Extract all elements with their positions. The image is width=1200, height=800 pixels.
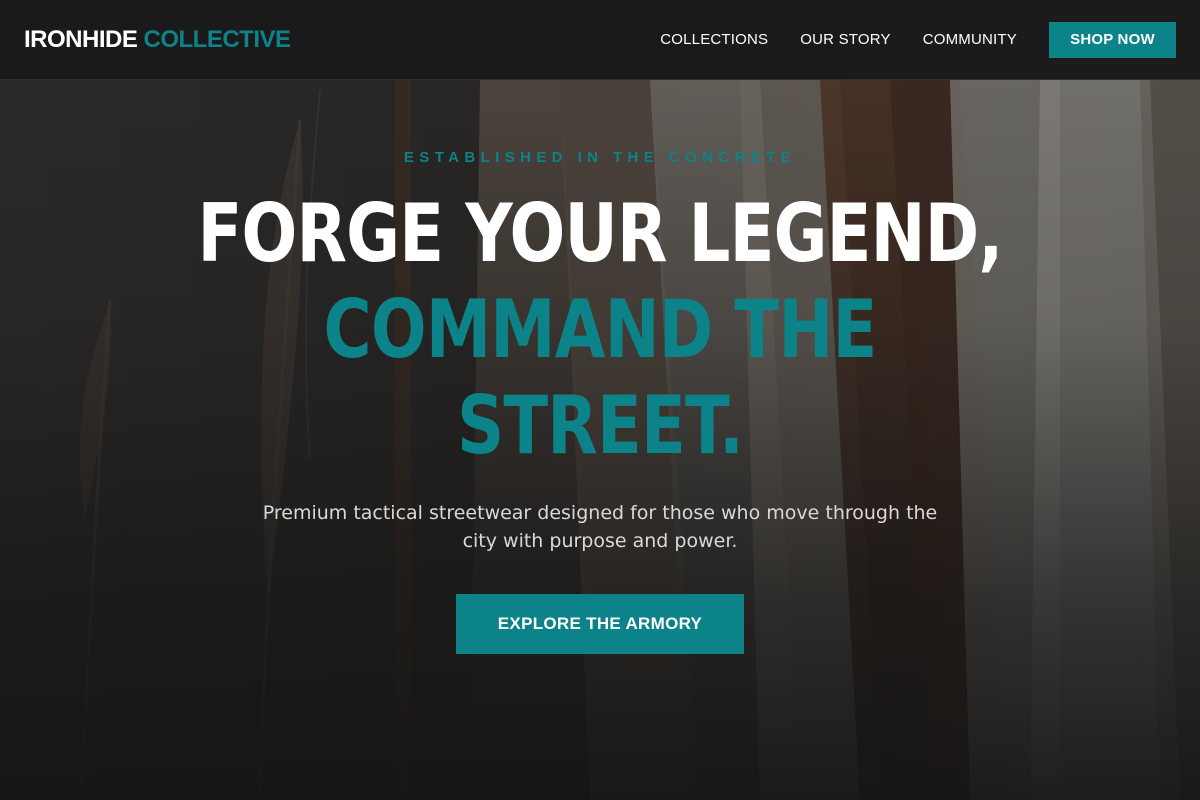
nav-link-our-story[interactable]: OUR STORY	[800, 31, 890, 48]
hero-subtitle: Premium tactical streetwear designed for…	[262, 502, 938, 552]
hero-section: ESTABLISHED IN THE CONCRETE FORGE YOUR L…	[0, 80, 1200, 800]
hero-headline: FORGE YOUR LEGEND, COMMAND THE STREET.	[108, 186, 1092, 474]
main-nav: COLLECTIONS OUR STORY COMMUNITY SHOP NOW	[660, 21, 1176, 58]
brand-logo[interactable]: IRONHIDE COLLECTIVE	[24, 26, 291, 54]
nav-link-community[interactable]: COMMUNITY	[923, 31, 1017, 48]
shop-now-button[interactable]: SHOP NOW	[1049, 21, 1176, 58]
hero-eyebrow: ESTABLISHED IN THE CONCRETE	[403, 149, 797, 166]
brand-name-part1: IRONHIDE	[24, 25, 138, 53]
nav-link-collections[interactable]: COLLECTIONS	[660, 31, 768, 48]
top-navbar: IRONHIDE COLLECTIVE COLLECTIONS OUR STOR…	[0, 0, 1200, 80]
headline-line-3: STREET.	[456, 379, 744, 472]
brand-name-part2: COLLECTIVE	[143, 25, 292, 53]
headline-line-1: FORGE YOUR LEGEND,	[197, 187, 1004, 280]
headline-line-2: COMMAND THE	[323, 283, 878, 376]
explore-armory-button[interactable]: EXPLORE THE ARMORY	[456, 594, 744, 654]
